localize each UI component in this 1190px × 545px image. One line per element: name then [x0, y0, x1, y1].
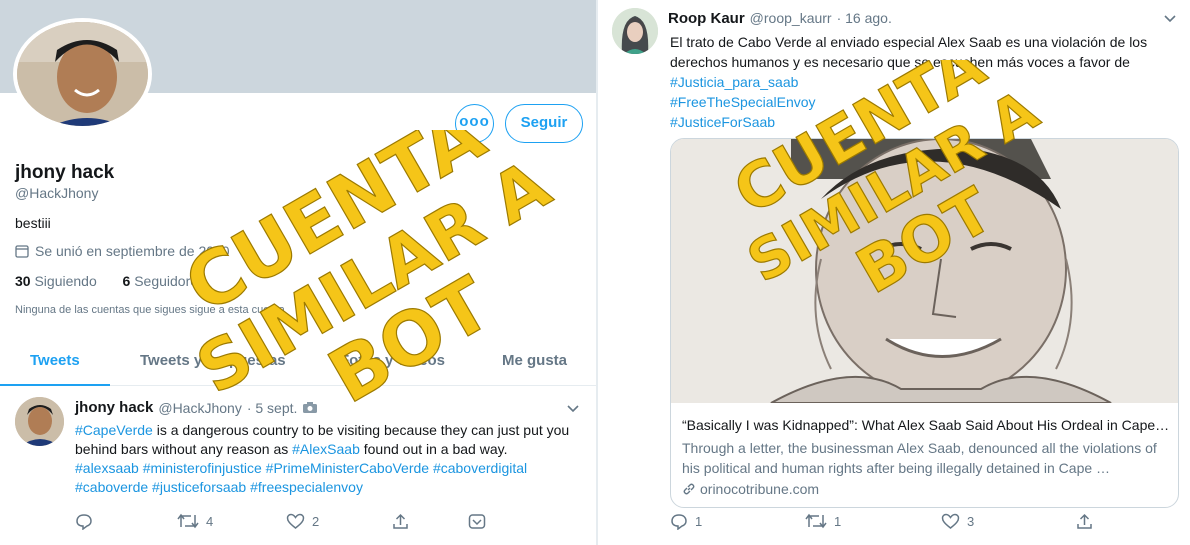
- tweet-body-right: El trato de Cabo Verde al enviado especi…: [670, 34, 1148, 70]
- reply-icon: [671, 514, 687, 530]
- profile-handle: @HackJhony: [15, 185, 99, 201]
- following-count[interactable]: 30: [15, 273, 31, 289]
- tweet-date[interactable]: · 5 sept.: [247, 400, 298, 416]
- retweet-count: 4: [206, 513, 214, 529]
- retweet-button[interactable]: 1: [805, 513, 841, 529]
- joined-text: Se unió en septiembre de 2020: [35, 243, 230, 259]
- retweet-button[interactable]: 4: [177, 513, 213, 529]
- share-icon: [1077, 513, 1092, 529]
- hashtag-link[interactable]: #FreeTheSpecialEnvoy: [670, 94, 816, 110]
- promote-button[interactable]: [468, 513, 486, 530]
- share-icon: [393, 513, 408, 529]
- retweet-count: 1: [834, 513, 842, 529]
- card-description: Through a letter, the businessman Alex S…: [682, 440, 1157, 476]
- following-label[interactable]: Siguiendo: [34, 273, 96, 289]
- tweet-author-handle[interactable]: @HackJhony: [158, 400, 241, 416]
- tweet-text-span: found out in a bad way.: [359, 441, 508, 457]
- profile-name: jhony hack: [15, 162, 115, 183]
- tweet-date-right[interactable]: · 16 ago.: [837, 10, 892, 27]
- tab-likes[interactable]: Me gusta: [502, 352, 567, 369]
- tweet-header-right: Roop Kaur @roop_kaurr · 16 ago.: [668, 10, 892, 27]
- profile-panel: ooo Seguir jhony hack @HackJhony bestiii…: [0, 0, 596, 545]
- analytics-icon: [468, 514, 486, 529]
- chevron-down-icon[interactable]: [1164, 10, 1176, 28]
- link-icon: [683, 483, 695, 495]
- like-count: 3: [967, 514, 975, 529]
- tweet-text-right: El trato de Cabo Verde al enviado especi…: [670, 32, 1182, 132]
- share-button[interactable]: [392, 513, 409, 530]
- tweet-avatar[interactable]: [15, 397, 64, 446]
- tweet-panel: Roop Kaur @roop_kaurr · 16 ago. El trato…: [598, 0, 1190, 545]
- calendar-icon: [15, 245, 29, 258]
- heart-icon: [286, 513, 305, 529]
- like-button[interactable]: 2: [286, 513, 319, 530]
- profile-avatar[interactable]: [13, 18, 152, 130]
- like-button[interactable]: 3: [941, 513, 974, 530]
- active-tab-indicator: [0, 384, 110, 386]
- card-image: [671, 139, 1178, 403]
- like-count: 2: [312, 514, 320, 529]
- reply-button[interactable]: [75, 513, 93, 530]
- tweet-author-name-right[interactable]: Roop Kaur: [668, 10, 745, 27]
- retweet-icon: [805, 513, 827, 529]
- tweet-body: #CapeVerde is a dangerous country to be …: [75, 422, 569, 457]
- card-url[interactable]: orinocotribune.com: [682, 481, 819, 497]
- reply-button[interactable]: 1: [670, 513, 702, 530]
- tweet-header: jhony hack @HackJhony · 5 sept.: [75, 399, 318, 416]
- follow-stats: 30 Siguiendo 6 Seguidores: [15, 273, 205, 289]
- reply-count: 1: [695, 514, 703, 529]
- followers-count[interactable]: 6: [123, 273, 131, 289]
- profile-joined: Se unió en septiembre de 2020: [15, 243, 230, 259]
- follow-button[interactable]: Seguir: [505, 104, 583, 143]
- profile-bio: bestiii: [15, 215, 51, 231]
- chevron-down-icon[interactable]: [567, 400, 579, 418]
- more-options-button[interactable]: ooo: [455, 104, 494, 143]
- card-url-text: orinocotribune.com: [700, 481, 820, 497]
- hashtag-link[interactable]: #JusticeForSaab: [670, 114, 775, 130]
- tab-tweets-replies[interactable]: Tweets y respuestas: [140, 352, 286, 369]
- reply-icon: [76, 514, 92, 530]
- link-card[interactable]: “Basically I was Kidnapped”: What Alex S…: [670, 138, 1179, 508]
- followed-by-note: Ninguna de las cuentas que sigues sigue …: [15, 304, 285, 316]
- hashtag-link[interactable]: #Justicia_para_saab: [670, 74, 798, 90]
- hashtag-link[interactable]: #AlexSaab: [292, 441, 360, 457]
- retweet-icon: [177, 513, 199, 529]
- tab-media[interactable]: Fotos y videos: [340, 352, 445, 369]
- tab-tweets[interactable]: Tweets: [30, 352, 80, 369]
- tweet-author-name[interactable]: jhony hack: [75, 399, 153, 416]
- followers-label[interactable]: Seguidores: [134, 273, 205, 289]
- tweet-text: #CapeVerde is a dangerous country to be …: [75, 421, 585, 497]
- heart-icon: [941, 513, 960, 529]
- tweet-hashtags[interactable]: #alexsaab #ministerofinjustice #PrimeMin…: [75, 460, 527, 495]
- share-button[interactable]: [1076, 513, 1093, 530]
- profile-tabs: Tweets Tweets y respuestas Fotos y video…: [0, 340, 596, 386]
- hashtag-link[interactable]: #CapeVerde: [75, 422, 153, 438]
- tweet-avatar-right[interactable]: [612, 8, 658, 54]
- tweet-author-handle-right[interactable]: @roop_kaurr: [750, 10, 832, 27]
- card-title[interactable]: “Basically I was Kidnapped”: What Alex S…: [682, 417, 1172, 433]
- camera-icon: [303, 402, 318, 413]
